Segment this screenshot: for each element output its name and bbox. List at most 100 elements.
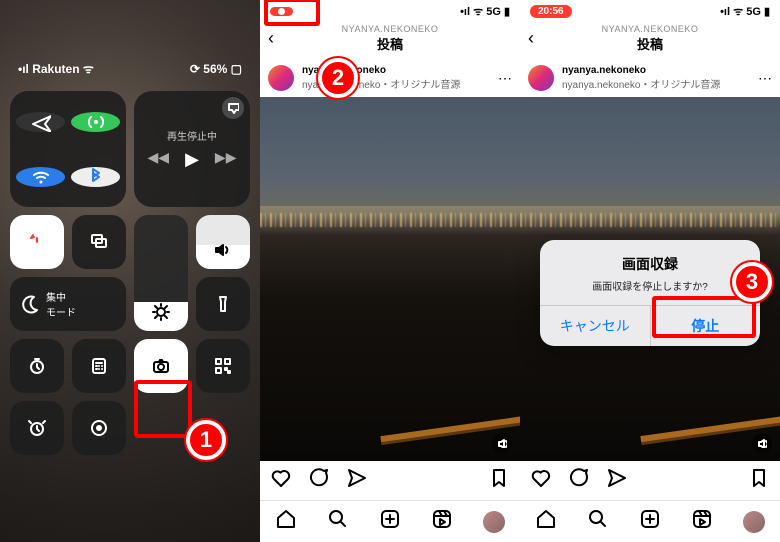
calculator[interactable]	[72, 339, 126, 393]
post-header: ‹ NYANYA.NEKONEKO 投稿	[260, 22, 520, 59]
dialog-message: 画面収録を停止しますか?	[552, 278, 748, 293]
tab-profile[interactable]	[483, 511, 505, 533]
back-button[interactable]: ‹	[268, 28, 274, 49]
rotation-lock[interactable]	[10, 215, 64, 269]
control-center: •ıl Rakuten ᯤ ⟳ 56% ▢	[0, 0, 260, 542]
reels-icon	[431, 508, 453, 530]
avatar[interactable]	[528, 65, 554, 91]
save-button[interactable]	[748, 467, 770, 494]
tab-bar	[260, 500, 520, 542]
play-button[interactable]: ▶	[185, 149, 199, 170]
brightness-slider[interactable]	[134, 215, 188, 331]
sun-icon	[151, 302, 171, 325]
screen-record[interactable]	[72, 401, 126, 455]
instagram-app: •ıl ᯤ 5G ▮ ‹ NYANYA.NEKONEKO 投稿 nyanya.n…	[260, 0, 520, 542]
home-icon	[535, 508, 557, 530]
cellular-toggle[interactable]	[71, 112, 120, 132]
callout-2-badge: 2	[318, 58, 358, 98]
status-bar: •ıl Rakuten ᯤ ⟳ 56% ▢	[10, 10, 250, 85]
tab-profile[interactable]	[743, 511, 765, 533]
airplay-button[interactable]	[222, 97, 244, 119]
dialog-title: 画面収録	[552, 254, 748, 274]
post-header: ‹ NYANYA.NEKONEKO 投稿	[520, 22, 780, 59]
tab-search[interactable]	[327, 508, 349, 535]
post-media[interactable]	[260, 97, 520, 461]
share-button[interactable]	[606, 467, 628, 494]
volume-slider[interactable]	[196, 215, 250, 269]
alarm[interactable]	[10, 401, 64, 455]
save-button[interactable]	[488, 467, 510, 494]
tab-reels[interactable]	[691, 508, 713, 535]
mute-button[interactable]	[492, 433, 512, 453]
carrier-label: •ıl Rakuten ᯤ	[18, 60, 94, 77]
post-audio[interactable]: nyanya.nekoneko・オリジナル音源	[562, 76, 720, 91]
comment-button[interactable]	[308, 467, 330, 494]
post-author-bar: nyanya.nekoneko nyanya.nekoneko・オリジナル音源 …	[520, 59, 780, 97]
send-icon	[606, 467, 628, 489]
timer-icon	[27, 356, 47, 376]
home-icon	[275, 508, 297, 530]
like-button[interactable]	[270, 467, 292, 494]
tab-bar	[520, 500, 780, 542]
header-title: 投稿	[637, 34, 663, 53]
callout-3-box	[652, 296, 756, 338]
bookmark-icon	[748, 467, 770, 489]
like-button[interactable]	[530, 467, 552, 494]
post-author-bar: nyanya.nekoneko nyanya.nekoneko・オリジナル音源 …	[260, 59, 520, 97]
more-button[interactable]: ⋯	[498, 70, 512, 87]
alarm-icon	[27, 418, 47, 438]
tab-search[interactable]	[587, 508, 609, 535]
tab-create[interactable]	[379, 508, 401, 535]
now-playing[interactable]: 再生停止中 ◀◀ ▶ ▶▶	[134, 91, 250, 207]
flashlight[interactable]	[196, 277, 250, 331]
comment-button[interactable]	[568, 467, 590, 494]
dialog-cancel-button[interactable]: キャンセル	[540, 306, 650, 346]
moon-icon	[20, 294, 40, 314]
screen-mirroring[interactable]	[72, 215, 126, 269]
control-center-grid: 再生停止中 ◀◀ ▶ ▶▶	[10, 85, 250, 455]
connectivity-group	[10, 91, 126, 207]
media-controls: ◀◀ ▶ ▶▶	[148, 149, 237, 170]
bluetooth-toggle[interactable]	[71, 167, 120, 187]
time-pill[interactable]: 20:56	[530, 5, 572, 18]
status-bar: 20:56 •ıl ᯤ 5G ▮	[520, 0, 780, 22]
airplay-icon	[227, 102, 239, 114]
post-username[interactable]: nyanya.nekoneko	[562, 65, 720, 76]
prev-button[interactable]: ◀◀	[148, 149, 170, 170]
focus-mode[interactable]: 集中 モード	[10, 277, 126, 331]
tab-home[interactable]	[535, 508, 557, 535]
tab-reels[interactable]	[431, 508, 453, 535]
lock-icon	[27, 232, 47, 252]
record-icon	[89, 418, 109, 438]
tab-home[interactable]	[275, 508, 297, 535]
post-actions	[260, 461, 520, 500]
mirror-icon	[89, 232, 109, 252]
mute-button[interactable]	[752, 433, 772, 453]
header-username: NYANYA.NEKONEKO	[602, 24, 699, 34]
panel-instagram-recording: •ıl ᯤ 5G ▮ ‹ NYANYA.NEKONEKO 投稿 nyanya.n…	[260, 0, 520, 542]
more-button[interactable]: ⋯	[758, 70, 772, 87]
wifi-toggle[interactable]	[16, 167, 65, 187]
avatar[interactable]	[268, 65, 294, 91]
focus-label: 集中 モード	[46, 289, 76, 319]
mute-icon	[497, 438, 507, 448]
mute-icon	[757, 438, 767, 448]
callout-1-box	[134, 380, 192, 438]
bookmark-icon	[488, 467, 510, 489]
post-actions	[520, 461, 780, 500]
search-icon	[587, 508, 609, 530]
header-title: 投稿	[377, 34, 403, 53]
tab-create[interactable]	[639, 508, 661, 535]
comment-icon	[308, 467, 330, 489]
next-button[interactable]: ▶▶	[215, 149, 237, 170]
heart-icon	[270, 467, 292, 489]
qr-scanner[interactable]	[196, 339, 250, 393]
share-button[interactable]	[346, 467, 368, 494]
status-right: •ıl ᯤ 5G ▮	[460, 4, 510, 19]
airplane-toggle[interactable]	[16, 112, 65, 132]
timer[interactable]	[10, 339, 64, 393]
back-button[interactable]: ‹	[528, 28, 534, 49]
calculator-icon	[89, 356, 109, 376]
callout-2-box	[264, 0, 320, 26]
panel-instagram-stop-dialog: 20:56 •ıl ᯤ 5G ▮ ‹ NYANYA.NEKONEKO 投稿 ny…	[520, 0, 780, 542]
